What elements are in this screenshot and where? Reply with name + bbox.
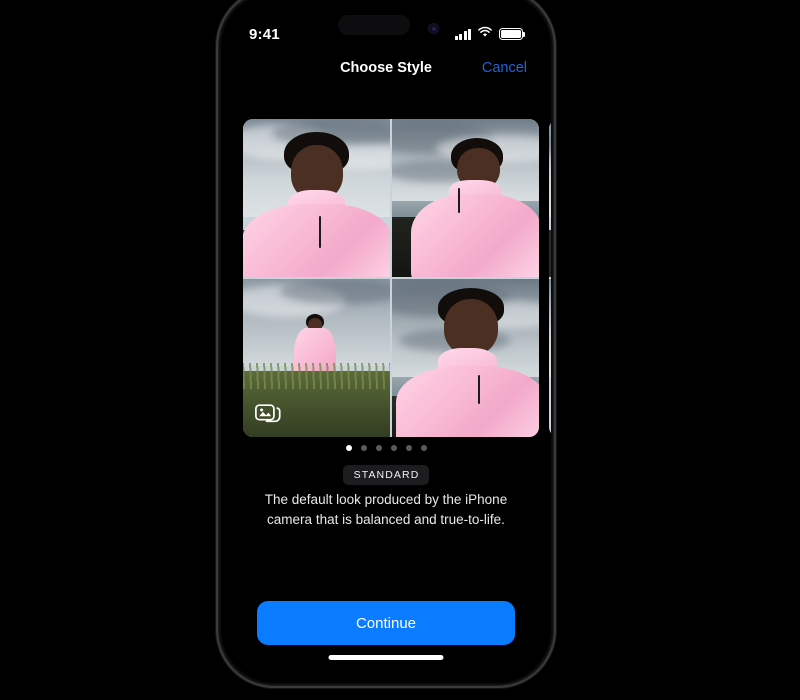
page-dot-4[interactable] <box>390 445 397 451</box>
battery-full-icon <box>499 28 525 40</box>
carousel-pagination[interactable] <box>221 445 551 451</box>
cellular-bars-icon <box>454 28 471 40</box>
nav-bar: Choose Style Cancel <box>221 55 551 81</box>
photo-full-body-grass-mountain <box>243 278 391 437</box>
continue-button[interactable]: Continue <box>257 601 515 645</box>
phone-device-frame: 9:41 Choose Style Cancel STANDARD The de… <box>216 0 556 688</box>
status-bar-indicators <box>454 25 525 43</box>
photo-side-profile-black-beach <box>391 119 539 278</box>
page-dot-1[interactable] <box>345 445 352 451</box>
photo-selfie-portrait-mountains <box>243 119 391 278</box>
home-indicator[interactable] <box>328 655 444 660</box>
photo-peek-top-left <box>549 119 551 278</box>
page-dot-6[interactable] <box>420 445 427 451</box>
style-card-next-peek[interactable] <box>549 119 551 437</box>
style-description: The default look produced by the iPhone … <box>264 492 508 527</box>
photo-stack-icon <box>255 402 281 423</box>
style-badge-container: STANDARD <box>221 465 551 485</box>
front-camera-icon <box>428 23 439 34</box>
style-card-standard[interactable] <box>243 119 539 437</box>
photo-close-up-portrait-sea <box>391 278 539 437</box>
style-name-badge: STANDARD <box>342 465 430 485</box>
cancel-button[interactable]: Cancel <box>482 55 527 81</box>
style-carousel[interactable] <box>221 119 551 437</box>
photo-grid-peek <box>549 119 551 437</box>
wifi-icon <box>477 25 493 43</box>
carousel-track[interactable] <box>243 119 551 437</box>
dynamic-island <box>338 15 410 35</box>
page-dot-3[interactable] <box>375 445 382 451</box>
page-dot-2[interactable] <box>360 445 367 451</box>
page-dot-5[interactable] <box>405 445 412 451</box>
status-bar-time: 9:41 <box>249 25 280 43</box>
photo-peek-bottom-left <box>549 278 551 437</box>
photo-grid <box>243 119 539 437</box>
phone-screen: 9:41 Choose Style Cancel STANDARD The de… <box>221 0 551 683</box>
